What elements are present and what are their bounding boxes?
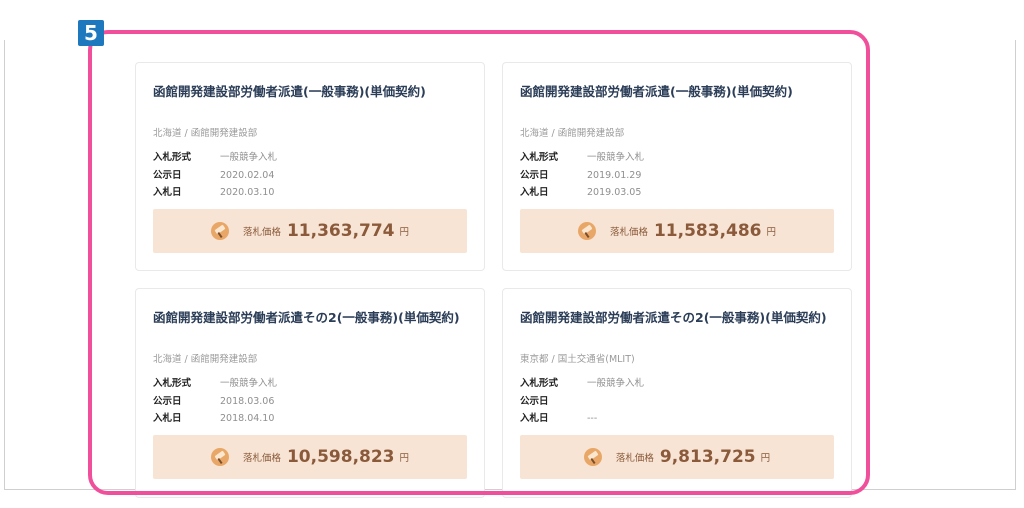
frame-border-left (4, 40, 5, 490)
highlight-frame (88, 30, 870, 495)
frame-border-right (1015, 40, 1016, 490)
step-number-badge: 5 (78, 20, 104, 46)
